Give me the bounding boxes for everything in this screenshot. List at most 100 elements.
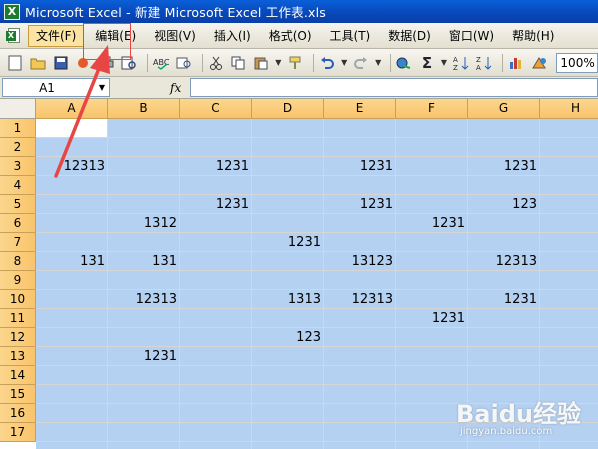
- svg-text:ABC: ABC: [153, 58, 169, 67]
- cut-icon[interactable]: [207, 54, 225, 72]
- row-header-12[interactable]: 12: [0, 328, 36, 347]
- title-bar: X Microsoft Excel - 新建 Microsoft Excel 工…: [0, 0, 598, 23]
- row-header-6[interactable]: 6: [0, 214, 36, 233]
- name-box-dropdown-icon[interactable]: ▼: [99, 83, 105, 92]
- cell-a3[interactable]: 12313: [36, 157, 108, 176]
- name-box-value: A1: [39, 80, 55, 95]
- cell-b10[interactable]: 12313: [108, 290, 180, 309]
- menu-file[interactable]: 文件(F): [28, 24, 85, 47]
- cell-d10[interactable]: 1313: [252, 290, 324, 309]
- hyperlink-icon[interactable]: [395, 54, 413, 72]
- column-header-f[interactable]: F: [396, 99, 468, 119]
- redo-dropdown-icon[interactable]: ▼: [375, 58, 381, 67]
- row-header-5[interactable]: 5: [0, 195, 36, 214]
- column-header-d[interactable]: D: [252, 99, 324, 119]
- open-icon[interactable]: [29, 54, 47, 72]
- svg-text:A: A: [453, 56, 458, 64]
- format-painter-icon[interactable]: [286, 54, 304, 72]
- column-header-c[interactable]: C: [180, 99, 252, 119]
- cell-b8[interactable]: 131: [108, 252, 180, 271]
- name-box[interactable]: A1 ▼: [2, 78, 110, 97]
- column-header-b[interactable]: B: [108, 99, 180, 119]
- cell-f6[interactable]: 1231: [396, 214, 468, 233]
- excel-app-icon[interactable]: X: [4, 3, 20, 20]
- svg-text:Z: Z: [476, 56, 481, 64]
- cell-e10[interactable]: 12313: [324, 290, 396, 309]
- menu-tools[interactable]: 工具(T): [323, 25, 378, 47]
- watermark-url: jingyan.baidu.com: [460, 426, 553, 437]
- select-all-corner[interactable]: [0, 99, 36, 119]
- cell-g5[interactable]: 123: [468, 195, 540, 214]
- row-header-3[interactable]: 3: [0, 157, 36, 176]
- row-header-14[interactable]: 14: [0, 366, 36, 385]
- cell-c5[interactable]: 1231: [180, 195, 252, 214]
- autosum-icon[interactable]: Σ: [418, 54, 436, 72]
- formula-input[interactable]: [190, 78, 598, 97]
- insert-function-icon[interactable]: fx: [170, 81, 190, 95]
- cell-e5[interactable]: 1231: [324, 195, 396, 214]
- cell-a8[interactable]: 131: [36, 252, 108, 271]
- row-header-9[interactable]: 9: [0, 271, 36, 290]
- cell-g3[interactable]: 1231: [468, 157, 540, 176]
- active-cell-a1[interactable]: [36, 119, 107, 137]
- toolbar-separator: [390, 53, 392, 72]
- undo-icon[interactable]: [318, 54, 336, 72]
- toolbar-separator: [201, 53, 203, 72]
- row-header-7[interactable]: 7: [0, 233, 36, 252]
- save-icon[interactable]: [52, 54, 70, 72]
- cell-b13[interactable]: 1231: [108, 347, 180, 366]
- copy-icon[interactable]: [230, 54, 248, 72]
- column-header-h[interactable]: H: [540, 99, 598, 119]
- paste-dropdown-icon[interactable]: ▼: [275, 58, 281, 67]
- window-title: Microsoft Excel - 新建 Microsoft Excel 工作表…: [25, 5, 326, 20]
- cell-c3[interactable]: 1231: [180, 157, 252, 176]
- undo-dropdown-icon[interactable]: ▼: [341, 58, 347, 67]
- row-header-8[interactable]: 8: [0, 252, 36, 271]
- row-header-13[interactable]: 13: [0, 347, 36, 366]
- sort-descending-icon[interactable]: ZA: [475, 54, 493, 72]
- column-header-e[interactable]: E: [324, 99, 396, 119]
- zoom-select[interactable]: 100%: [556, 52, 598, 73]
- sort-ascending-icon[interactable]: AZ: [452, 54, 470, 72]
- menu-window[interactable]: 窗口(W): [442, 25, 501, 47]
- row-header-4[interactable]: 4: [0, 176, 36, 195]
- annotation-highlight-box: [83, 23, 131, 60]
- menu-help[interactable]: 帮助(H): [505, 25, 561, 47]
- row-header-2[interactable]: 2: [0, 138, 36, 157]
- cell-b6[interactable]: 1312: [108, 214, 180, 233]
- toolbar-separator: [501, 53, 503, 72]
- column-header-g[interactable]: G: [468, 99, 540, 119]
- row-header-17[interactable]: 17: [0, 423, 36, 442]
- row-header-10[interactable]: 10: [0, 290, 36, 309]
- svg-text:A: A: [476, 64, 481, 71]
- cell-f11[interactable]: 1231: [396, 309, 468, 328]
- cell-g8[interactable]: 12313: [468, 252, 540, 271]
- paste-icon[interactable]: [252, 54, 270, 72]
- column-header-a[interactable]: A: [36, 99, 108, 119]
- drawing-icon[interactable]: [530, 54, 548, 72]
- redo-icon[interactable]: [352, 54, 370, 72]
- cell-g10[interactable]: 1231: [468, 290, 540, 309]
- spelling-icon[interactable]: ABC: [152, 54, 170, 72]
- workbook-icon[interactable]: X: [6, 27, 24, 45]
- row-header-11[interactable]: 11: [0, 309, 36, 328]
- chart-wizard-icon[interactable]: [507, 54, 525, 72]
- row-header-15[interactable]: 15: [0, 385, 36, 404]
- menu-view[interactable]: 视图(V): [147, 25, 203, 47]
- menu-insert[interactable]: 插入(I): [207, 25, 258, 47]
- autosum-dropdown-icon[interactable]: ▼: [441, 58, 447, 67]
- row-header-1[interactable]: 1: [0, 119, 36, 138]
- menu-data[interactable]: 数据(D): [381, 25, 438, 47]
- row-header-16[interactable]: 16: [0, 404, 36, 423]
- menu-format[interactable]: 格式(O): [262, 25, 319, 47]
- formula-bar: A1 ▼ fx: [0, 77, 598, 99]
- cell-d12[interactable]: 123: [252, 328, 324, 347]
- cell-d7[interactable]: 1231: [252, 233, 324, 252]
- svg-text:Z: Z: [453, 64, 458, 71]
- new-icon[interactable]: [6, 54, 24, 72]
- baidu-watermark: Baidu经验 jingyan.baidu.com: [456, 394, 588, 444]
- watermark-logo: Baidu经验: [456, 400, 581, 428]
- cell-e8[interactable]: 13123: [324, 252, 396, 271]
- cell-e3[interactable]: 1231: [324, 157, 396, 176]
- research-icon[interactable]: [175, 54, 193, 72]
